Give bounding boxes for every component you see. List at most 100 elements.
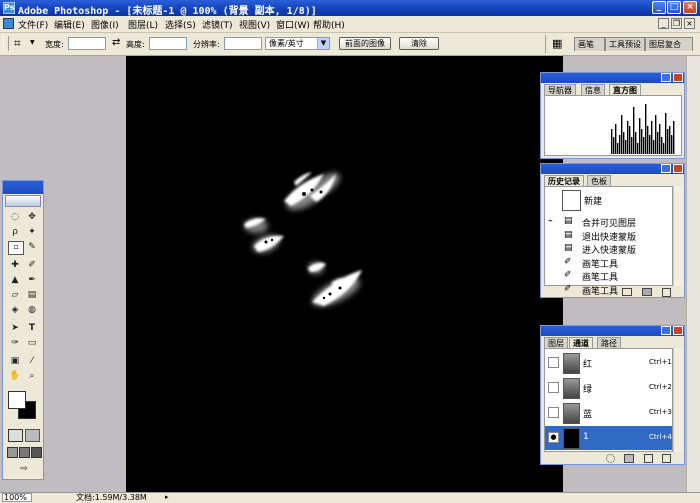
visibility-eye-icon[interactable] [548,407,559,418]
tab-navigator[interactable]: 导航器 [544,84,576,95]
tab-layers[interactable]: 图层 [544,337,568,348]
panel-header[interactable] [541,164,684,174]
height-input[interactable] [149,37,187,50]
panel-menu-icon[interactable] [661,164,671,173]
tab-history[interactable]: 历史记录 [544,175,584,186]
channel-row[interactable]: ● 1 Ctrl+4 [545,426,672,450]
menu-file[interactable]: 文件(F) [18,18,48,31]
gradient-tool-icon[interactable]: ▤ [25,289,39,301]
save-selection-icon[interactable] [624,454,634,463]
feather-logo-icon[interactable] [5,195,41,207]
eyedropper-tool-icon[interactable]: ⁄ [25,355,39,367]
standard-mode-icon[interactable] [8,429,23,442]
new-document-icon[interactable] [622,288,632,296]
history-item[interactable]: ▤ 进入快速蒙版 [548,242,660,256]
menu-layer[interactable]: 图层(L) [128,18,158,31]
type-tool-icon[interactable]: T [25,322,39,334]
menu-edit[interactable]: 编辑(E) [54,18,85,31]
doc-close-button[interactable]: × [684,18,695,29]
jump-to-imageready-icon[interactable]: ⇨ [15,463,33,475]
dodge-tool-icon[interactable]: ◍ [25,304,39,316]
screen-mode-full-icon[interactable] [31,447,42,458]
menu-filter[interactable]: 滤镜(T) [202,18,233,31]
doc-minimize-button[interactable]: _ [658,18,669,29]
file-browser-icon[interactable]: ▦ [552,37,562,50]
panel-close-icon[interactable] [673,326,683,335]
document-canvas[interactable] [126,56,563,492]
panel-header[interactable] [541,326,684,336]
crop-tool-icon[interactable]: ⌗ [14,36,21,51]
visibility-eye-icon[interactable] [548,382,559,393]
swap-icon[interactable]: ⇄ [112,37,120,48]
panel-close-icon[interactable] [673,73,683,82]
path-selection-tool-icon[interactable]: ➤ [8,322,22,334]
zoom-tool-icon[interactable]: ⌕ [25,370,39,382]
history-snapshot[interactable]: 新建 [548,189,660,211]
load-selection-icon[interactable] [606,454,615,463]
well-tab-brushes[interactable]: 画笔 [574,37,605,51]
well-tab-layer-comps[interactable]: 图层复合 [645,37,693,51]
minimize-button[interactable]: _ [652,1,666,14]
history-item[interactable]: ▤ 合并可见图层 ⌁ [548,215,660,229]
marquee-tool-icon[interactable]: ◌ [8,211,22,223]
magic-wand-tool-icon[interactable]: ✦ [25,226,39,238]
front-image-button[interactable]: 前面的图像 [339,37,391,50]
panel-header[interactable] [541,73,684,83]
channel-row[interactable]: 红 Ctrl+1 [545,351,672,375]
tab-info[interactable]: 信息 [581,84,605,95]
shape-tool-icon[interactable]: ▭ [25,337,39,349]
hand-tool-icon[interactable]: ✋ [8,370,22,382]
history-item[interactable]: ▤ 退出快速蒙版 [548,229,660,243]
grip-handle[interactable] [3,36,9,51]
channels-scrollbar[interactable] [673,348,683,452]
new-channel-icon[interactable] [644,454,653,463]
trash-icon[interactable] [662,454,671,463]
tab-swatches[interactable]: 色板 [587,175,611,186]
panel-menu-icon[interactable] [661,73,671,82]
tab-channels[interactable]: 通道 [569,337,593,348]
slice-tool-icon[interactable]: ✎ [25,241,39,253]
history-source-brush-icon[interactable]: ⌁ [548,216,553,225]
maximize-button[interactable]: □ [667,1,681,14]
document-icon[interactable] [3,18,14,29]
history-item[interactable]: ✐ 画笔工具 [548,256,660,270]
snapshot-camera-icon[interactable] [642,288,652,296]
toolbox-header[interactable] [3,181,43,194]
crop-tool-button-icon[interactable]: ⌗ [8,241,24,255]
resolution-input[interactable] [224,37,262,50]
status-menu-arrow-icon[interactable]: ▸ [165,493,169,501]
unit-select[interactable]: 像素/英寸 ▼ [265,37,330,50]
brush-tool-icon[interactable]: ✐ [25,259,39,271]
screen-mode-standard-icon[interactable] [7,447,18,458]
history-item[interactable]: ✐ 画笔工具 [548,269,660,283]
panel-close-icon[interactable] [673,164,683,173]
history-brush-tool-icon[interactable]: ✒ [25,274,39,286]
width-input[interactable] [68,37,106,50]
eraser-tool-icon[interactable]: ▱ [8,289,22,301]
quick-mask-mode-icon[interactable] [25,429,40,442]
menu-window[interactable]: 窗口(W) [276,18,310,31]
channel-row[interactable]: 绿 Ctrl+2 [545,376,672,400]
move-tool-icon[interactable]: ✥ [25,211,39,223]
notes-tool-icon[interactable]: ▣ [8,355,22,367]
photoshop-app-icon[interactable]: Ps [3,2,15,14]
clear-button[interactable]: 清除 [399,37,439,50]
screen-mode-full-menu-icon[interactable] [19,447,30,458]
visibility-eye-icon[interactable]: ● [548,432,559,443]
lasso-tool-icon[interactable]: ρ [8,226,22,238]
close-button[interactable]: × [683,1,697,14]
foreground-color-swatch[interactable] [8,391,26,409]
visibility-eye-icon[interactable] [548,357,559,368]
well-tab-tool-presets[interactable]: 工具预设 [605,37,645,51]
clone-stamp-tool-icon[interactable]: ▲ [8,274,22,286]
zoom-field[interactable]: 100% [2,493,32,502]
menu-help[interactable]: 帮助(H) [313,18,345,31]
blur-tool-icon[interactable]: ◈ [8,304,22,316]
pen-tool-icon[interactable]: ✑ [8,337,22,349]
menu-view[interactable]: 视图(V) [239,18,270,31]
healing-brush-tool-icon[interactable]: ✚ [8,259,22,271]
tab-histogram[interactable]: 直方图 [609,84,641,95]
panel-menu-icon[interactable] [661,326,671,335]
workspace-vertical-scrollbar[interactable] [686,56,700,492]
history-scrollbar[interactable] [673,186,683,286]
